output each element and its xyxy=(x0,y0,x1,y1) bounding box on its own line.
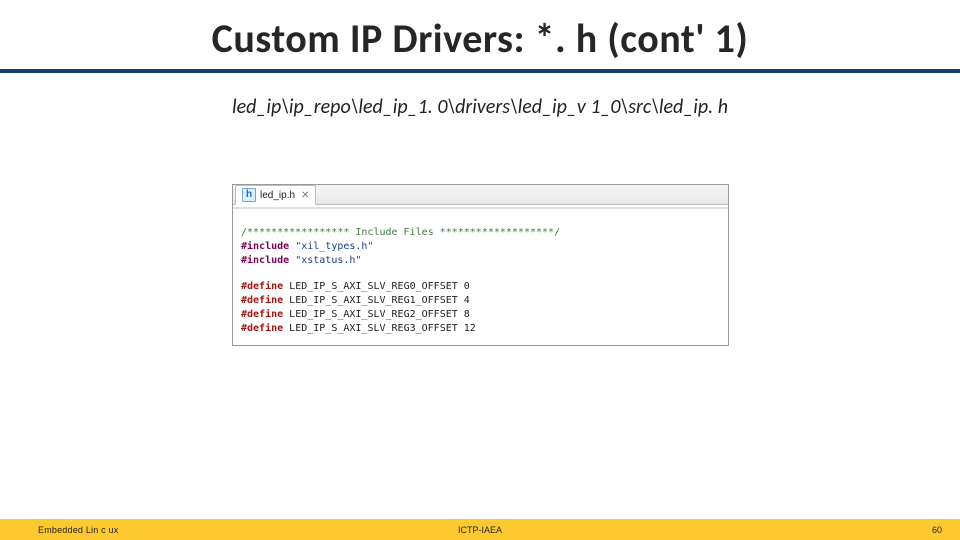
code-line: #define LED_IP_S_AXI_SLV_REG1_OFFSET 4 xyxy=(241,294,720,308)
slide-footer: Embedded Lin c ux ICTP-IAEA 60 xyxy=(0,519,960,540)
title-rule xyxy=(0,69,960,73)
close-icon[interactable]: ✕ xyxy=(301,190,309,201)
code-line: #define LED_IP_S_AXI_SLV_REG2_OFFSET 8 xyxy=(241,308,720,322)
code-body: /***************** Include Files *******… xyxy=(233,209,728,345)
code-line xyxy=(241,214,720,226)
footer-center: ICTP-IAEA xyxy=(458,525,502,535)
file-path: led_ip\ip_repo\led_ip_1. 0\drivers\led_i… xyxy=(0,95,960,119)
editor-tabbar: h led_ip.h ✕ xyxy=(233,185,728,205)
code-editor-window: h led_ip.h ✕ /***************** Include … xyxy=(232,184,729,346)
code-line: /***************** Include Files *******… xyxy=(241,226,720,240)
editor-tab-led-ip-h[interactable]: h led_ip.h ✕ xyxy=(235,185,316,205)
footer-page-number: 60 xyxy=(932,525,942,535)
code-line: #include "xil_types.h" xyxy=(241,240,720,254)
file-header-icon: h xyxy=(242,188,256,202)
slide-title: Custom IP Drivers: *. h (cont' 1) xyxy=(0,0,960,63)
tab-filename: led_ip.h xyxy=(260,190,295,201)
code-line: #define LED_IP_S_AXI_SLV_REG3_OFFSET 12 xyxy=(241,322,720,336)
footer-left: Embedded Lin c ux xyxy=(38,525,118,535)
code-line: #define LED_IP_S_AXI_SLV_REG0_OFFSET 0 xyxy=(241,280,720,294)
code-line: #include "xstatus.h" xyxy=(241,254,720,268)
code-line xyxy=(241,268,720,280)
